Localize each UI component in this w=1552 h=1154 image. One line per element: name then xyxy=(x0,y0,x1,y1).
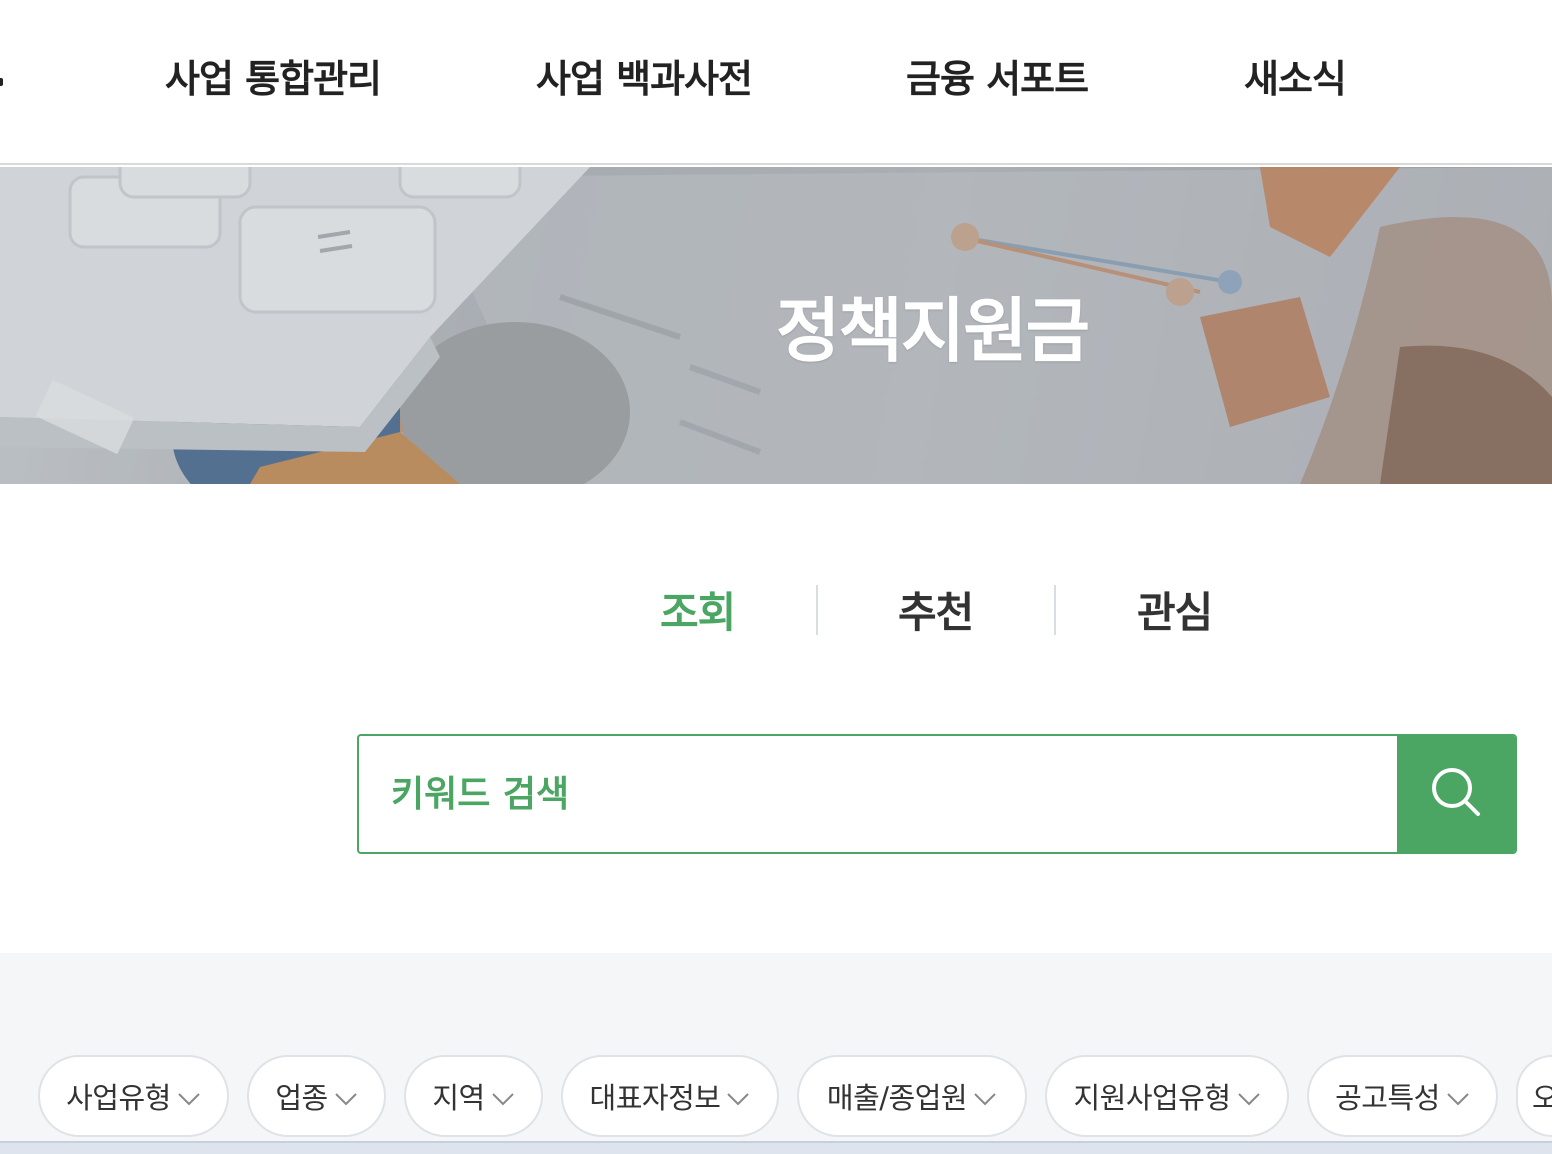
filter-chip-label: 오 xyxy=(1532,1075,1552,1117)
chevron-down-icon xyxy=(726,1079,750,1113)
chevron-down-icon xyxy=(1237,1079,1261,1113)
nav-item-news[interactable]: 새소식 xyxy=(1244,48,1347,103)
chevron-down-icon xyxy=(491,1079,515,1113)
filter-chip-region[interactable]: 지역 xyxy=(404,1055,543,1137)
nav-item-business-management[interactable]: 사업 통합관리 xyxy=(165,48,382,103)
chevron-down-icon xyxy=(177,1079,201,1113)
filter-chip-partial[interactable]: 오 xyxy=(1516,1055,1552,1137)
page: 사업 통합관리 사업 백과사전 금융 서포트 새소식 정책지원금 조회 추천 관… xyxy=(0,0,1552,1154)
search-icon xyxy=(1430,766,1482,822)
nav-item-finance-support[interactable]: 금융 서포트 xyxy=(906,48,1089,103)
tab-search[interactable]: 조회 xyxy=(660,579,736,640)
filter-chip-sales-employees[interactable]: 매출/종업원 xyxy=(797,1055,1027,1137)
filter-chip-label: 업종 xyxy=(275,1081,328,1115)
nav-cutoff-mark xyxy=(0,78,3,86)
search-input[interactable] xyxy=(359,736,1399,852)
chevron-down-icon xyxy=(1446,1079,1470,1113)
tab-divider xyxy=(1054,585,1056,635)
hero-title: 정책지원금 xyxy=(776,290,1090,372)
bottom-edge-bar xyxy=(0,1141,1552,1154)
tab-recommend[interactable]: 추천 xyxy=(898,579,974,640)
filter-chip-business-type[interactable]: 사업유형 xyxy=(38,1055,229,1137)
top-navigation: 사업 통합관리 사업 백과사전 금융 서포트 새소식 xyxy=(0,0,1552,165)
chevron-down-icon xyxy=(973,1079,997,1113)
filter-chip-representative-info[interactable]: 대표자정보 xyxy=(561,1055,779,1137)
filter-panel: 사업유형 업종 지역 대표자정보 매출/종업원 지원사업유형 공고특성 오 xyxy=(0,953,1552,1154)
search-button[interactable] xyxy=(1397,736,1515,852)
filter-chip-announcement-features[interactable]: 공고특성 xyxy=(1307,1055,1498,1137)
nav-item-business-encyclopedia[interactable]: 사업 백과사전 xyxy=(536,48,753,103)
filter-chip-label: 대표자정보 xyxy=(589,1081,721,1115)
tab-favorites[interactable]: 관심 xyxy=(1137,579,1213,640)
hero-banner: 정책지원금 xyxy=(0,167,1552,484)
chevron-down-icon xyxy=(334,1079,358,1113)
filter-chip-label: 지원사업유형 xyxy=(1073,1081,1231,1115)
filter-chip-label: 공고특성 xyxy=(1335,1081,1440,1115)
filter-chip-label: 지역 xyxy=(432,1081,485,1115)
filter-chip-industry[interactable]: 업종 xyxy=(247,1055,386,1137)
filter-chip-label: 매출/종업원 xyxy=(826,1081,968,1115)
filter-chip-label: 사업유형 xyxy=(66,1081,171,1115)
tab-bar: 조회 추천 관심 xyxy=(0,565,1552,645)
search-box xyxy=(357,734,1517,854)
filter-chip-support-type[interactable]: 지원사업유형 xyxy=(1045,1055,1289,1137)
tab-divider xyxy=(816,585,818,635)
